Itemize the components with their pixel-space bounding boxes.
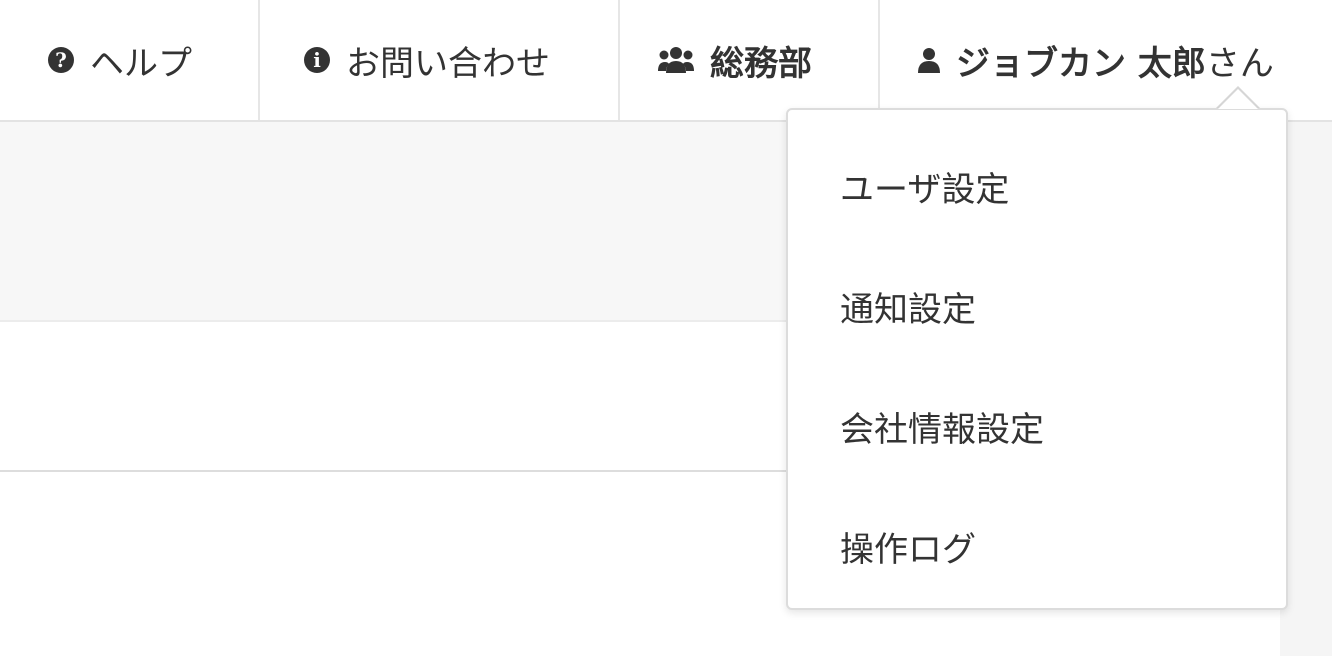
user-name: ジョブカン 太郎さん — [956, 36, 1274, 85]
user-name-text: ジョブカン 太郎 — [956, 43, 1206, 84]
dropdown-caret-fill — [1218, 89, 1258, 109]
users-icon — [658, 46, 694, 74]
contact-link[interactable]: i お問い合わせ — [258, 0, 618, 120]
menu-item-user-settings[interactable]: ユーザ設定 — [840, 162, 1009, 211]
user-honorific: さん — [1205, 43, 1274, 84]
user-icon — [918, 47, 940, 73]
menu-item-notification-settings[interactable]: 通知設定 — [840, 282, 976, 331]
question-circle-icon: ? — [48, 47, 74, 73]
menu-item-operation-log[interactable]: 操作ログ — [840, 522, 976, 571]
help-label: ヘルプ — [90, 43, 192, 84]
user-menu-toggle[interactable]: ジョブカン 太郎さん — [878, 0, 1332, 120]
menu-item-company-settings[interactable]: 会社情報設定 — [840, 402, 1044, 451]
help-link[interactable]: ? ヘルプ — [0, 0, 258, 120]
department-switcher[interactable]: 総務部 — [618, 0, 878, 120]
department-label: 総務部 — [710, 43, 812, 84]
info-circle-icon: i — [304, 47, 330, 73]
user-dropdown-menu: ユーザ設定 通知設定 会社情報設定 操作ログ — [786, 108, 1288, 610]
contact-label: お問い合わせ — [346, 43, 550, 84]
top-navbar: ? ヘルプ i お問い合わせ 総務部 ジョブカン 太郎さん — [0, 0, 1332, 122]
